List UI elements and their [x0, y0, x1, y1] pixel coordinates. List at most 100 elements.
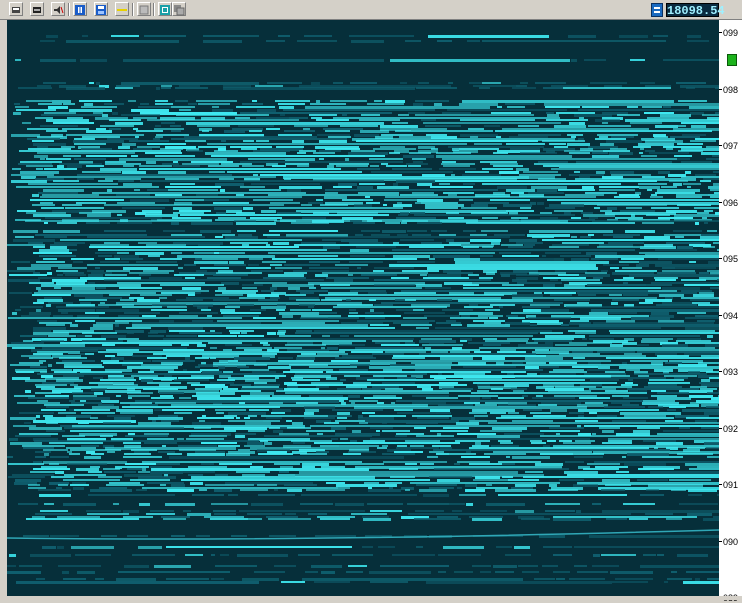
waterfall-display[interactable]: [7, 20, 719, 596]
signal-trace: [417, 417, 449, 419]
frequency-scale[interactable]: 099098097096095094093092091090089: [719, 20, 742, 603]
record-icon[interactable]: [30, 2, 44, 16]
signal-trace: [459, 148, 499, 150]
signal-trace: [316, 100, 320, 103]
signal-trace: [33, 468, 70, 470]
signal-trace: [197, 397, 348, 400]
signal-trace: [248, 518, 262, 520]
sync-icon[interactable]: [158, 2, 172, 16]
tuning-marker-icon[interactable]: [727, 54, 737, 66]
signal-trace: [159, 297, 167, 299]
signal-trace: [612, 299, 639, 301]
signal-trace: [62, 571, 69, 574]
signal-trace: [475, 404, 497, 406]
signal-trace: [353, 382, 371, 384]
signal-trace: [323, 128, 363, 130]
signal-trace: [16, 371, 34, 373]
signal-trace: [10, 442, 42, 445]
signal-trace: [196, 535, 210, 537]
signal-trace: [612, 420, 646, 422]
signal-trace: [433, 449, 670, 451]
scale-tick: [719, 88, 722, 90]
signal-trace: [456, 422, 479, 425]
signal-trace: [436, 322, 461, 324]
signal-trace: [270, 264, 282, 266]
signal-trace: [137, 299, 160, 302]
copy-icon[interactable]: [172, 2, 186, 16]
signal-trace: [76, 468, 99, 471]
signal-trace: [230, 332, 240, 334]
pause-icon[interactable]: [73, 2, 87, 16]
signal-trace: [401, 222, 407, 224]
marker-icon[interactable]: [115, 2, 129, 16]
signal-trace: [648, 290, 677, 292]
signal-trace: [602, 386, 632, 388]
signal-trace: [336, 484, 397, 487]
signal-trace: [605, 390, 628, 392]
settings-icon[interactable]: [137, 2, 151, 16]
signal-trace: [45, 217, 162, 219]
save-icon[interactable]: [94, 2, 108, 16]
signal-trace: [316, 199, 323, 201]
signal-trace: [56, 487, 62, 489]
signal-trace: [401, 324, 432, 326]
signal-trace: [558, 189, 595, 191]
signal-trace: [657, 355, 689, 357]
open-file-icon[interactable]: [9, 2, 23, 16]
signal-trace: [143, 270, 174, 272]
signal-trace: [657, 397, 691, 400]
signal-trace: [575, 332, 596, 334]
signal-trace: [178, 377, 214, 379]
signal-trace: [452, 510, 462, 512]
signal-trace: [272, 165, 286, 167]
signal-trace: [218, 445, 240, 447]
signal-trace: [493, 451, 592, 453]
signal-trace: [554, 146, 568, 148]
signal-trace: [382, 453, 415, 455]
signal-trace: [623, 277, 634, 279]
signal-trace: [706, 158, 719, 160]
signal-trace: [71, 258, 94, 260]
signal-trace: [147, 119, 299, 121]
signal-trace: [44, 222, 48, 224]
signal-trace: [57, 165, 64, 168]
signal-trace: [665, 420, 683, 422]
signal-trace: [44, 112, 76, 114]
signal-trace: [382, 445, 388, 447]
signal-trace: [633, 146, 651, 148]
signal-trace: [117, 214, 122, 216]
signal-trace: [474, 351, 491, 353]
signal-trace: [79, 100, 112, 102]
signal-trace: [235, 435, 245, 438]
speaker-mute-icon[interactable]: [51, 2, 65, 16]
signal-trace: [285, 163, 309, 165]
signal-trace: [115, 324, 119, 327]
signal-trace: [87, 264, 178, 266]
signal-trace: [61, 146, 75, 148]
signal-trace: [294, 125, 328, 127]
signal-trace: [651, 207, 679, 209]
signal-trace: [320, 518, 350, 520]
signal-trace: [589, 338, 614, 340]
signal-trace: [346, 571, 363, 573]
signal-trace: [43, 230, 80, 233]
signal-trace: [630, 360, 668, 362]
signal-trace: [500, 442, 513, 444]
signal-trace: [93, 324, 113, 327]
frequency-lock-icon[interactable]: [651, 3, 663, 17]
signal-trace: [377, 447, 387, 449]
signal-trace: [184, 136, 317, 138]
signal-trace: [348, 274, 353, 276]
signal-trace: [231, 535, 247, 537]
signal-trace: [100, 302, 105, 304]
signal-trace: [278, 357, 293, 359]
signal-trace: [659, 294, 684, 297]
signal-trace: [57, 516, 100, 518]
signal-trace: [272, 284, 314, 287]
signal-trace: [319, 294, 504, 296]
signal-trace: [411, 128, 447, 130]
signal-trace: [609, 294, 622, 296]
signal-trace: [316, 451, 329, 453]
signal-trace: [645, 140, 683, 143]
signal-trace: [346, 386, 367, 388]
